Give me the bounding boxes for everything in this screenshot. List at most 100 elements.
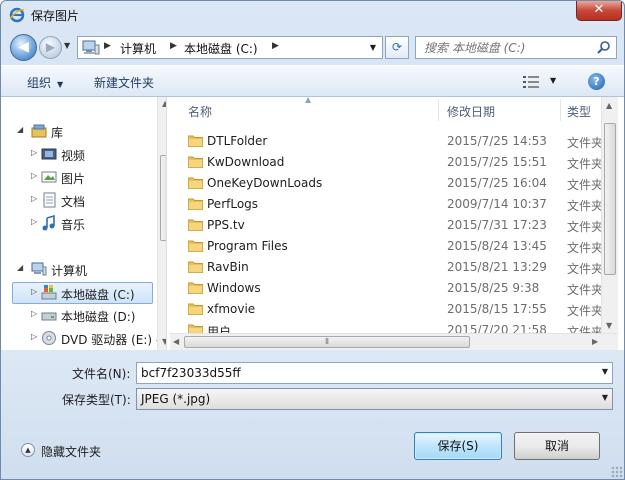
cancel-button[interactable]: 取消 [514, 432, 600, 460]
sort-ascending-icon: ▲ [305, 97, 312, 104]
column-header-date-modified[interactable]: 修改日期 [447, 103, 495, 120]
resize-grip-icon[interactable] [611, 466, 623, 478]
file-name: DTLFolder [207, 134, 268, 148]
tree-item-label: 计算机 [51, 264, 88, 278]
file-list-vertical-scrollbar[interactable]: ▲ ▼ [601, 97, 618, 335]
music-library-icon [42, 215, 55, 231]
forward-button[interactable]: ▶ [39, 36, 62, 59]
folder-icon [188, 219, 203, 231]
expanded-arrow-icon[interactable]: ◢ [17, 263, 23, 272]
scroll-down-arrow-icon[interactable]: ▼ [162, 337, 166, 346]
file-name: PPS.tv [207, 218, 245, 232]
tree-item-pictures[interactable]: ▷ 图片 [15, 167, 155, 189]
refresh-button[interactable]: ⟳ [385, 36, 409, 59]
tree-item-videos[interactable]: ▷ 视频 [15, 144, 155, 166]
back-button[interactable]: ◀ [10, 34, 37, 61]
scrollbar-thumb[interactable]: ⦀ [184, 336, 470, 348]
save-button[interactable]: 保存(S) [414, 432, 502, 460]
scroll-down-arrow-icon[interactable]: ▼ [606, 321, 612, 330]
file-name: KwDownload [207, 155, 285, 169]
scrollbar-thumb[interactable] [604, 123, 616, 275]
breadcrumb-separator-icon[interactable]: ▶ [104, 41, 111, 51]
address-bar[interactable]: ▶ 计算机 ▶ 本地磁盘 (C:) ▶ ▼ [77, 36, 383, 59]
chevron-down-icon: ▼ [57, 80, 64, 89]
collapsed-arrow-icon[interactable]: ▷ [31, 148, 37, 157]
scroll-right-arrow-icon[interactable]: ▶ [592, 337, 598, 346]
tree-item-label: 文档 [61, 195, 86, 209]
file-row[interactable]: xfmovie 2015/8/15 17:55 文件夹 [170, 299, 617, 320]
tree-item-label: 视频 [61, 149, 86, 163]
folder-icon [188, 156, 203, 168]
file-list-horizontal-scrollbar[interactable]: ◀ ⦀ ▶ [170, 333, 618, 350]
navigation-pane[interactable]: ◢ 库 ▷ 视频 ▷ 图片 ▷ 文档 ▷ 音乐 ◢ 计算机 ▷ 本地磁盘 (C:… [9, 97, 167, 350]
file-row[interactable]: RavBin 2015/8/21 13:29 文件夹 [170, 257, 617, 278]
collapsed-arrow-icon[interactable]: ▷ [31, 217, 37, 226]
view-options-icon[interactable] [523, 75, 539, 89]
file-list[interactable]: ▲ 名称 修改日期 类型 DTLFolder 2015/7/25 14:53 文… [170, 97, 617, 335]
breadcrumb-separator-icon[interactable]: ▶ [170, 41, 177, 51]
filetype-select[interactable]: JPEG (*.jpg) ▼ [136, 388, 613, 410]
file-type: 文件夹 [567, 283, 604, 297]
file-row[interactable]: OneKeyDownLoads 2015/7/25 16:04 文件夹 [170, 173, 617, 194]
file-row[interactable]: Program Files 2015/8/24 13:45 文件夹 [170, 236, 617, 257]
view-dropdown-icon[interactable]: ▼ [550, 76, 556, 85]
file-row[interactable]: Windows 2015/8/25 9:38 文件夹 [170, 278, 617, 299]
collapsed-arrow-icon[interactable]: ▷ [31, 194, 37, 203]
breadcrumb-local-disk-c[interactable]: 本地磁盘 (C:) [184, 40, 258, 57]
tree-item-music[interactable]: ▷ 音乐 [15, 213, 155, 235]
file-type: 文件夹 [567, 241, 604, 255]
file-type: 文件夹 [567, 136, 604, 150]
collapsed-arrow-icon[interactable]: ▷ [31, 332, 37, 341]
filename-combobox[interactable]: ▼ [136, 362, 613, 384]
tree-item-label: 图片 [61, 172, 86, 186]
local-disk-icon [41, 312, 57, 321]
tree-item-label: 本地磁盘 (C:) [61, 288, 135, 302]
tree-item-documents[interactable]: ▷ 文档 [15, 190, 155, 212]
tree-item-local-disk-c[interactable]: ▷ 本地磁盘 (C:) [12, 282, 153, 304]
new-folder-button[interactable]: 新建文件夹 [94, 74, 154, 91]
filename-label: 文件名(N): [72, 367, 131, 381]
local-disk-icon [41, 285, 57, 300]
address-history-dropdown-icon[interactable]: ▼ [366, 41, 380, 55]
column-divider[interactable] [438, 99, 439, 121]
file-row[interactable]: PerfLogs 2009/7/14 10:37 文件夹 [170, 194, 617, 215]
tree-item-dvd-drive-e[interactable]: ▷ DVD 驱动器 (E:) ◄ [15, 328, 165, 350]
chevron-down-icon[interactable]: ▼ [602, 367, 608, 376]
collapsed-arrow-icon[interactable]: ▷ [31, 287, 37, 296]
expanded-arrow-icon[interactable]: ◢ [17, 125, 23, 134]
search-input[interactable] [416, 37, 596, 58]
help-icon[interactable]: ? [588, 73, 605, 90]
tree-item-computer[interactable]: ◢ 计算机 [15, 259, 155, 281]
breadcrumb-computer[interactable]: 计算机 [120, 40, 156, 57]
pictures-library-icon [41, 171, 57, 183]
collapsed-arrow-icon[interactable]: ▷ [31, 309, 37, 318]
file-type: 文件夹 [567, 199, 604, 213]
scrollbar-thumb[interactable] [160, 155, 166, 241]
organize-button[interactable]: 组织 ▼ [27, 74, 63, 91]
tree-item-library[interactable]: ◢ 库 [15, 121, 155, 143]
scroll-left-arrow-icon[interactable]: ◀ [173, 337, 179, 346]
navigation-pane-scrollbar[interactable]: ▲ ▼ [157, 97, 166, 350]
tree-item-label: 音乐 [61, 218, 86, 232]
chevron-up-icon[interactable]: ▲ [21, 443, 35, 457]
scroll-up-arrow-icon[interactable]: ▲ [162, 99, 166, 108]
file-row[interactable]: DTLFolder 2015/7/25 14:53 文件夹 [170, 131, 617, 152]
tree-item-local-disk-d[interactable]: ▷ 本地磁盘 (D:) [15, 305, 155, 327]
column-header-name[interactable]: 名称 [188, 103, 212, 120]
recent-pages-dropdown-icon[interactable]: ▼ [64, 41, 70, 50]
scroll-up-arrow-icon[interactable]: ▲ [606, 101, 612, 110]
column-divider[interactable] [560, 99, 561, 121]
search-box[interactable] [415, 36, 617, 59]
close-button[interactable]: ✕ [576, 1, 622, 21]
collapsed-arrow-icon[interactable]: ▷ [31, 171, 37, 180]
filename-field[interactable] [137, 363, 592, 383]
column-header-type[interactable]: 类型 [567, 103, 591, 120]
file-row[interactable]: PPS.tv 2015/7/31 17:23 文件夹 [170, 215, 617, 236]
chevron-down-icon[interactable]: ▼ [602, 393, 608, 402]
file-row[interactable]: KwDownload 2015/7/25 15:51 文件夹 [170, 152, 617, 173]
browser-body: ◢ 库 ▷ 视频 ▷ 图片 ▷ 文档 ▷ 音乐 ◢ 计算机 ▷ 本地磁盘 (C:… [1, 97, 624, 350]
breadcrumb-separator-icon[interactable]: ▶ [272, 41, 279, 51]
file-date: 2015/8/24 13:45 [447, 239, 547, 253]
tree-item-label: DVD 驱动器 (E:) ◄ [61, 333, 166, 347]
dvd-drive-icon [42, 331, 56, 345]
